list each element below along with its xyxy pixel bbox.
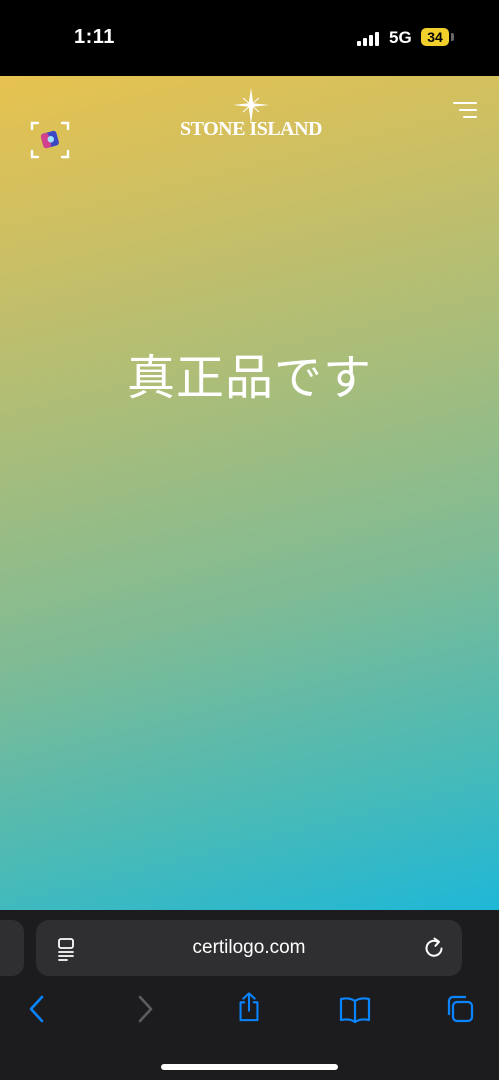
signal-strength-icon bbox=[357, 30, 383, 46]
hamburger-menu-icon[interactable] bbox=[452, 100, 478, 120]
tabs-icon[interactable] bbox=[445, 994, 475, 1024]
web-page: STONE ISLAND 真正品です bbox=[0, 76, 499, 910]
scan-frame-icon[interactable] bbox=[30, 120, 70, 160]
authenticity-headline: 真正品です bbox=[126, 350, 372, 406]
page-menu-icon[interactable] bbox=[56, 937, 78, 961]
status-time: 1:11 bbox=[74, 26, 115, 48]
share-icon[interactable] bbox=[234, 992, 264, 1022]
chevron-left-icon[interactable] bbox=[22, 994, 52, 1024]
address-bar[interactable]: certilogo.com bbox=[36, 920, 462, 976]
logo-text: STONE ISLAND bbox=[179, 118, 323, 140]
reload-icon[interactable] bbox=[422, 936, 446, 960]
chevron-right-icon[interactable] bbox=[130, 994, 160, 1024]
book-icon[interactable] bbox=[339, 994, 371, 1024]
battery-icon: 34 bbox=[421, 28, 449, 46]
battery-cap bbox=[451, 33, 454, 41]
network-type: 5G bbox=[389, 28, 412, 47]
home-indicator bbox=[161, 1064, 338, 1070]
status-bar: 1:11 5G 34 bbox=[0, 0, 499, 76]
previous-tab-preview[interactable] bbox=[0, 920, 24, 976]
stone-island-logo[interactable]: STONE ISLAND bbox=[174, 88, 328, 152]
url-text[interactable]: certilogo.com bbox=[36, 920, 462, 976]
browser-toolbar: certilogo.com bbox=[0, 910, 499, 1080]
